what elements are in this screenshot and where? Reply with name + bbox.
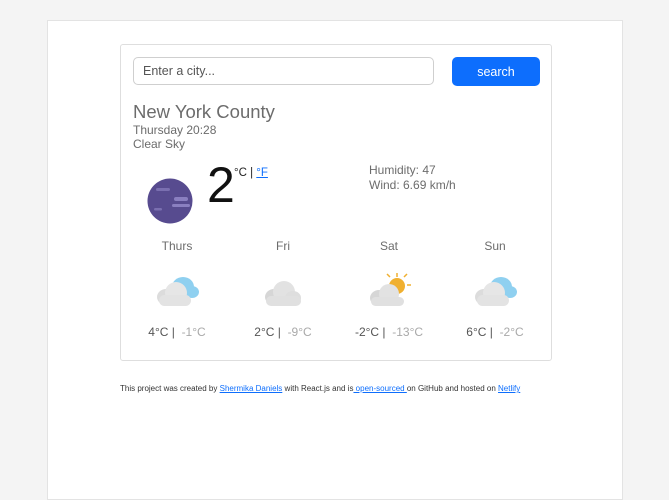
forecast-day: Fri 2°C | -9°C — [230, 239, 336, 339]
weather-condition: Clear Sky — [133, 137, 186, 151]
cloudy-icon — [157, 277, 199, 306]
celsius-unit: °C — [234, 167, 247, 179]
unit-toggle: °C | °F — [234, 167, 268, 179]
source-link[interactable]: open-sourced — [353, 384, 406, 393]
cloudy-icon — [475, 277, 517, 306]
forecast-min: -9°C — [287, 325, 312, 339]
forecast-day: Sat -2°C | -13°C — [336, 239, 442, 339]
forecast-max: 4°C | — [148, 325, 175, 339]
current-temperature: 2 — [207, 157, 235, 213]
author-link[interactable]: Shermika Daniels — [220, 384, 283, 393]
unit-separator: | — [246, 167, 257, 179]
city-name: New York County — [133, 101, 275, 122]
humidity-readout: Humidity: 47 — [369, 163, 436, 177]
forecast-max: -2°C | — [354, 325, 386, 339]
forecast-min: -1°C — [181, 325, 206, 339]
footer-after-source: on GitHub and hosted on — [406, 384, 499, 393]
forecast-temps: 6°C | -2°C — [442, 325, 548, 339]
page-container: search New York County Thursday 20:28 Cl… — [47, 20, 623, 500]
footer-middle: with React.js and is — [282, 384, 354, 393]
forecast-day-name: Sun — [484, 239, 506, 253]
city-search-input[interactable] — [133, 57, 434, 85]
moon-night-icon — [147, 178, 193, 224]
forecast-temps: 4°C | -1°C — [124, 325, 230, 339]
forecast-day: Sun 6°C | -2°C — [442, 239, 548, 339]
current-datetime: Thursday 20:28 — [133, 123, 217, 137]
host-link[interactable]: Netlify — [498, 384, 520, 393]
wind-readout: Wind: 6.69 km/h — [369, 178, 456, 192]
weather-card: search New York County Thursday 20:28 Cl… — [120, 44, 552, 361]
forecast-min: -2°C — [499, 325, 524, 339]
search-button[interactable]: search — [452, 57, 540, 86]
cloud-icon — [265, 281, 301, 306]
forecast-temps: -2°C | -13°C — [336, 325, 442, 339]
forecast-day-name: Fri — [276, 239, 290, 253]
forecast-max: 2°C | — [254, 325, 281, 339]
forecast-day: Thurs 4°C | -1°C — [124, 239, 230, 339]
forecast-day-name: Thurs — [161, 239, 193, 253]
footer-credits: This project was created by Shermika Dan… — [120, 384, 520, 393]
forecast-temps: 2°C | -9°C — [230, 325, 336, 339]
footer-prefix: This project was created by — [120, 384, 220, 393]
forecast-row: Thurs 4°C | -1°C Fri 2°C | -9°C Sat -2°C… — [121, 239, 553, 349]
forecast-max: 6°C | — [466, 325, 493, 339]
forecast-min: -13°C — [392, 325, 424, 339]
partly-sunny-icon — [370, 273, 411, 306]
forecast-day-name: Sat — [379, 239, 398, 253]
fahrenheit-link[interactable]: °F — [256, 167, 268, 179]
